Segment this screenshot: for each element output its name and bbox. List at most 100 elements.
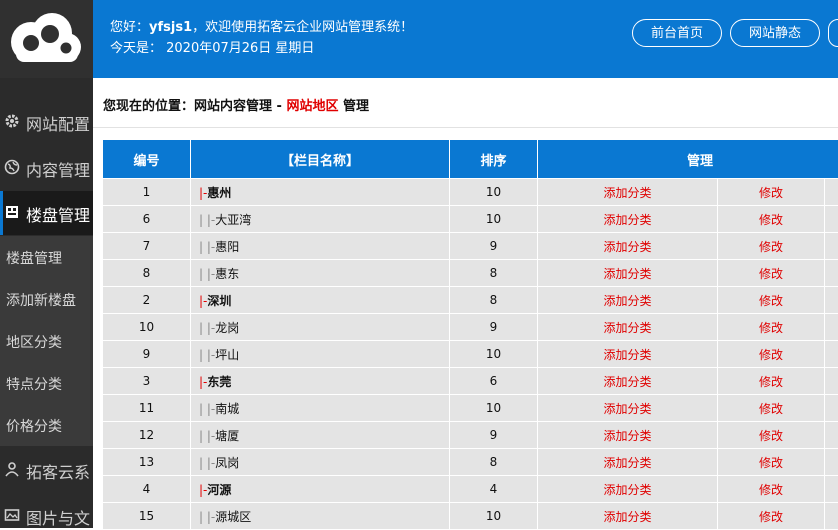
row-order: 9 [450,233,538,260]
region-name: 龙岗 [215,321,239,335]
row-extra-cell [825,449,838,476]
table-row: 9| |-坪山10添加分类修改 [103,341,838,368]
row-order: 10 [450,206,538,233]
table-row: 1|-惠州10添加分类修改 [103,179,838,206]
add-category-link[interactable]: 添加分类 [538,179,718,206]
edit-link[interactable]: 修改 [718,422,825,449]
add-category-link[interactable]: 添加分类 [538,449,718,476]
submenu-region-category[interactable]: 地区分类 [0,320,93,362]
row-name-cell: | |-南城 [191,395,450,422]
cloud-logo-icon [0,0,93,78]
add-category-link[interactable]: 添加分类 [538,368,718,395]
table-row: 10| |-龙岗9添加分类修改 [103,314,838,341]
table-row: 8| |-惠东8添加分类修改 [103,260,838,287]
region-name: 惠东 [215,267,239,281]
sidebar: 网站配置 内容管理 楼盘管理 楼盘管理 添加新楼盘 地区分类 特点分类 价格分类… [0,0,93,528]
row-id: 9 [103,341,191,368]
sidebar-item-images[interactable]: 图片与文 [0,494,93,528]
table-row: 2|-深圳8添加分类修改 [103,287,838,314]
building-icon [4,204,20,220]
row-id: 11 [103,395,191,422]
add-category-link[interactable]: 添加分类 [538,260,718,287]
submenu-feature-category[interactable]: 特点分类 [0,362,93,404]
edit-link[interactable]: 修改 [718,179,825,206]
row-id: 12 [103,422,191,449]
breadcrumb-suffix: 管理 [338,99,369,114]
greeting-suffix: ，欢迎使用拓客云企业网站管理系统！ [192,20,413,35]
edit-link[interactable]: 修改 [718,503,825,530]
col-header-manage: 管理 [538,140,838,179]
sidebar-item-label: 内容管理 [26,157,90,181]
add-category-link[interactable]: 添加分类 [538,503,718,530]
row-id: 13 [103,449,191,476]
edit-link[interactable]: 修改 [718,368,825,395]
edit-link[interactable]: 修改 [718,341,825,368]
submenu-label: 地区分类 [6,332,62,352]
row-name-cell: | |-惠阳 [191,233,450,260]
add-category-link[interactable]: 添加分类 [538,341,718,368]
edit-link[interactable]: 修改 [718,233,825,260]
row-name-cell: |-河源 [191,476,450,503]
edit-link[interactable]: 修改 [718,314,825,341]
add-category-link[interactable]: 添加分类 [538,233,718,260]
row-order: 8 [450,449,538,476]
edit-link[interactable]: 修改 [718,476,825,503]
row-extra-cell [825,341,838,368]
sidebar-item-label: 拓客云系 [26,459,90,483]
tree-prefix: | |- [199,240,215,254]
row-name-cell: |-深圳 [191,287,450,314]
col-header-id: 编号 [103,140,191,179]
submenu-label: 楼盘管理 [6,248,62,268]
row-id: 2 [103,287,191,314]
row-order: 9 [450,422,538,449]
sidebar-item-content[interactable]: 内容管理 [0,146,93,190]
row-id: 4 [103,476,191,503]
tree-prefix: | |- [199,213,215,227]
add-category-link[interactable]: 添加分类 [538,206,718,233]
row-order: 10 [450,395,538,422]
row-name-cell: | |-塘厦 [191,422,450,449]
region-name: 坪山 [215,348,239,362]
site-static-button[interactable]: 网站静态 [730,19,820,47]
edit-link[interactable]: 修改 [718,287,825,314]
region-name: 惠阳 [215,240,239,254]
table-row: 3|-东莞6添加分类修改 [103,368,838,395]
row-order: 10 [450,179,538,206]
divider [93,127,838,128]
add-category-link[interactable]: 添加分类 [538,395,718,422]
submenu-add-property[interactable]: 添加新楼盘 [0,278,93,320]
tree-prefix: | |- [199,267,215,281]
frontend-home-button[interactable]: 前台首页 [632,19,722,47]
region-name: 塘厦 [215,429,239,443]
logo [0,0,93,78]
row-extra-cell [825,287,838,314]
region-name: 源城区 [215,510,251,524]
sidebar-item-tuokeyun[interactable]: 拓客云系 [0,448,93,492]
edit-link[interactable]: 修改 [718,260,825,287]
submenu-label: 价格分类 [6,416,62,436]
add-category-link[interactable]: 添加分类 [538,422,718,449]
edit-link[interactable]: 修改 [718,449,825,476]
row-order: 4 [450,476,538,503]
sidebar-item-site-config[interactable]: 网站配置 [0,100,93,144]
add-category-link[interactable]: 添加分类 [538,287,718,314]
add-category-link[interactable]: 添加分类 [538,314,718,341]
add-category-link[interactable]: 添加分类 [538,476,718,503]
table-row: 11| |-南城10添加分类修改 [103,395,838,422]
table-row: 15| |-源城区10添加分类修改 [103,503,838,530]
more-header-button[interactable] [828,19,838,47]
edit-link[interactable]: 修改 [718,206,825,233]
row-name-cell: | |-惠东 [191,260,450,287]
sidebar-item-property[interactable]: 楼盘管理 [0,191,93,235]
active-indicator [0,191,3,235]
region-table: 编号 【栏目名称】 排序 管理 1|-惠州10添加分类修改6| |-大亚湾10添… [102,139,838,530]
edit-link[interactable]: 修改 [718,395,825,422]
table-row: 4|-河源4添加分类修改 [103,476,838,503]
row-extra-cell [825,422,838,449]
submenu-property-manage[interactable]: 楼盘管理 [0,236,93,278]
region-name: 大亚湾 [215,213,251,227]
submenu-price-category[interactable]: 价格分类 [0,404,93,446]
sidebar-item-label: 网站配置 [26,111,90,135]
user-icon [4,461,20,477]
breadcrumb-current[interactable]: 网站地区 [286,99,338,114]
